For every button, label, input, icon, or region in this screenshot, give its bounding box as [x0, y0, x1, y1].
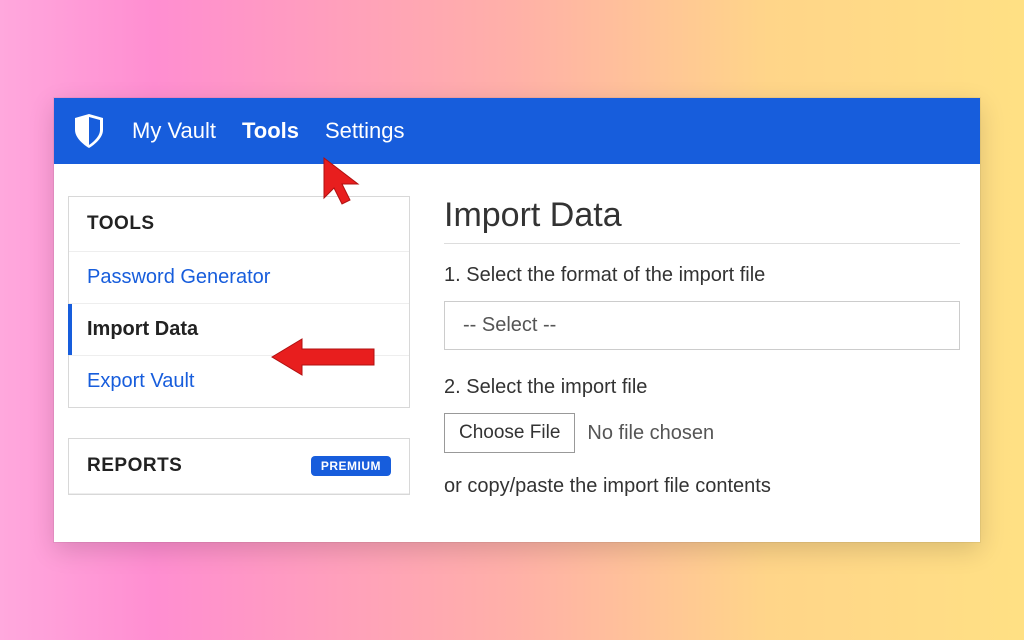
sidebar-reports-title: REPORTS — [87, 455, 182, 477]
format-select[interactable]: -- Select -- — [444, 301, 960, 350]
content-area: TOOLS Password Generator Import Data Exp… — [54, 164, 980, 525]
file-status: No file chosen — [587, 422, 714, 445]
sidebar-tools-group: TOOLS Password Generator Import Data Exp… — [68, 196, 410, 408]
sidebar-item-export-vault[interactable]: Export Vault — [69, 356, 409, 407]
paste-label: or copy/paste the import file contents — [444, 475, 960, 498]
file-row: Choose File No file chosen — [444, 413, 960, 453]
sidebar-reports-header: REPORTS PREMIUM — [69, 439, 409, 494]
nav-settings[interactable]: Settings — [325, 118, 405, 144]
step2-label: 2. Select the import file — [444, 376, 960, 399]
nav-tools[interactable]: Tools — [242, 118, 299, 144]
choose-file-button[interactable]: Choose File — [444, 413, 575, 453]
premium-badge: PREMIUM — [311, 456, 391, 476]
main-panel: Import Data 1. Select the format of the … — [444, 196, 960, 525]
sidebar-tools-title: TOOLS — [87, 213, 155, 235]
sidebar-tools-header: TOOLS — [69, 197, 409, 252]
nav-my-vault[interactable]: My Vault — [132, 118, 216, 144]
sidebar-item-import-data[interactable]: Import Data — [69, 304, 409, 356]
shield-logo-icon[interactable] — [72, 111, 106, 151]
sidebar-item-password-generator[interactable]: Password Generator — [69, 252, 409, 304]
title-divider — [444, 243, 960, 244]
step1-label: 1. Select the format of the import file — [444, 264, 960, 287]
page-title: Import Data — [444, 196, 960, 235]
top-nav: My Vault Tools Settings — [54, 98, 980, 164]
app-window: My Vault Tools Settings TOOLS Password G… — [54, 98, 980, 542]
sidebar: TOOLS Password Generator Import Data Exp… — [68, 196, 410, 525]
sidebar-reports-group: REPORTS PREMIUM — [68, 438, 410, 495]
